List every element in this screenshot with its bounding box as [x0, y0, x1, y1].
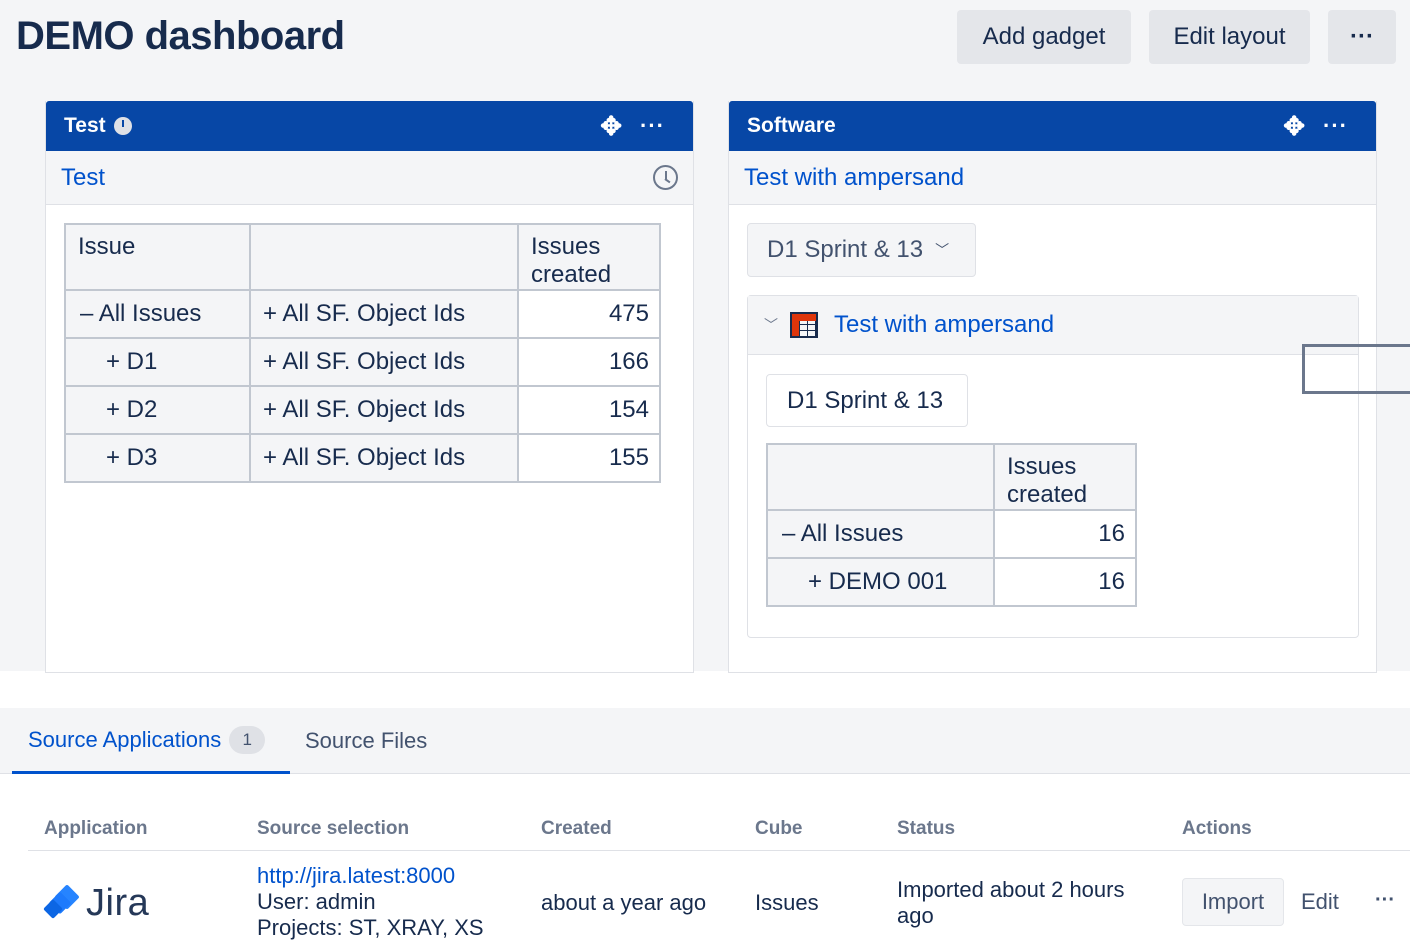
gadget-title: Software — [747, 114, 836, 137]
row-member[interactable]: + DEMO 001 — [766, 557, 995, 607]
dashboard-area: DEMO dashboard Add gadget Edit layout ··… — [0, 0, 1410, 673]
tab-source-applications[interactable]: Source Applications 1 — [12, 708, 290, 774]
page-filter-value: D1 Sprint & 13 — [767, 236, 924, 263]
move-icon[interactable]: ✥ — [1283, 113, 1305, 139]
gadget-header: Test ✥ ··· — [46, 101, 693, 151]
report-link[interactable]: Test — [61, 164, 105, 192]
cell-value: 16 — [993, 557, 1137, 607]
column-header: Source selection — [257, 818, 410, 839]
table-header — [766, 443, 995, 511]
tab-label: Source Files — [305, 728, 428, 753]
table-row: + D3 + All SF. Object Ids 155 — [64, 433, 661, 483]
gadget-menu-icon[interactable]: ··· — [1323, 113, 1348, 139]
row-member[interactable]: + D1 — [64, 337, 251, 387]
cube-value: Issues — [755, 890, 819, 915]
table-report-icon — [790, 312, 818, 338]
count-badge: 1 — [229, 725, 266, 754]
table-header: Issues created — [517, 223, 661, 291]
history-icon[interactable] — [653, 165, 678, 190]
row-member[interactable]: + All SF. Object Ids — [249, 385, 519, 435]
table-row: + D1 + All SF. Object Ids 166 — [64, 337, 661, 387]
application-name: Jira — [86, 882, 150, 924]
selection-outline — [1302, 344, 1410, 394]
column-header: Actions — [1182, 818, 1252, 839]
gadget-subheader: Test — [46, 151, 693, 205]
report-title[interactable]: Test with ampersand — [834, 311, 1054, 339]
source-url-link[interactable]: http://jira.latest:8000 — [257, 863, 455, 889]
row-member[interactable]: – All Issues — [766, 509, 995, 559]
column-header: Cube — [755, 818, 803, 839]
jira-icon — [43, 883, 80, 922]
gadget-test: Test ✥ ··· Test Issue Issues created – A… — [45, 101, 694, 673]
table-header — [249, 223, 519, 291]
jira-logo: Jira — [43, 882, 150, 925]
chevron-down-icon[interactable]: ﹀ — [764, 315, 778, 335]
column-header: Created — [541, 818, 612, 839]
gadget-header: Software ✥ ··· — [729, 101, 1376, 151]
edit-layout-button[interactable]: Edit layout — [1149, 10, 1310, 64]
chevron-down-icon: ﹀ — [935, 242, 950, 258]
gadget-subheader: Test with ampersand — [729, 151, 1376, 205]
row-member[interactable]: + D3 — [64, 433, 251, 483]
table-row: – All Issues + All SF. Object Ids 475 — [64, 289, 661, 339]
column-header: Application — [44, 818, 148, 839]
pivot-table: Issue Issues created – All Issues + All … — [64, 223, 661, 483]
row-member[interactable]: + D2 — [64, 385, 251, 435]
row-member[interactable]: + All SF. Object Ids — [249, 337, 519, 387]
add-gadget-button[interactable]: Add gadget — [957, 10, 1131, 64]
row-more-icon[interactable]: ··· — [1375, 889, 1395, 912]
clock-icon — [113, 117, 132, 135]
table-row: – All Issues 16 — [766, 509, 1137, 559]
gadget-title: Test — [64, 114, 106, 137]
divider — [28, 850, 1410, 851]
status-line: Imported about 2 hours — [897, 877, 1125, 902]
row-member[interactable]: + All SF. Object Ids — [249, 433, 519, 483]
created-value: about a year ago — [541, 890, 707, 915]
status-line: ago — [897, 903, 934, 928]
gadget-software: Software ✥ ··· Test with ampersand D1 Sp… — [728, 101, 1377, 673]
report-card: ﹀ Test with ampersand D1 Sprint & 13 Iss… — [747, 295, 1359, 638]
cell-value: 16 — [993, 509, 1137, 559]
filter-pill[interactable]: D1 Sprint & 13 — [766, 374, 968, 427]
cell-value: 475 — [517, 289, 661, 339]
table-header: Issue — [64, 223, 251, 291]
report-card-header[interactable]: ﹀ Test with ampersand — [748, 296, 1358, 355]
tab-label: Source Applications — [28, 726, 222, 752]
source-user: User: admin — [257, 889, 376, 914]
page-title: DEMO dashboard — [16, 14, 345, 58]
table-row: + D2 + All SF. Object Ids 154 — [64, 385, 661, 435]
table-row: + DEMO 001 16 — [766, 557, 1137, 607]
page-filter-dropdown[interactable]: D1 Sprint & 13 ﹀ — [747, 223, 976, 277]
gadget-menu-icon[interactable]: ··· — [640, 113, 665, 139]
report-link[interactable]: Test with ampersand — [744, 164, 964, 192]
tab-source-files[interactable]: Source Files — [305, 708, 427, 774]
more-actions-button[interactable]: ··· — [1328, 10, 1396, 64]
source-applications-panel: Source Applications 1 Source Files Appli… — [0, 708, 1410, 947]
cell-value: 155 — [517, 433, 661, 483]
cell-value: 166 — [517, 337, 661, 387]
row-member[interactable]: + All SF. Object Ids — [249, 289, 519, 339]
row-member[interactable]: – All Issues — [64, 289, 251, 339]
pivot-table: Issues created – All Issues 16 + DEMO 00… — [766, 443, 1137, 607]
tab-bar: Source Applications 1 Source Files — [0, 708, 1410, 774]
move-icon[interactable]: ✥ — [600, 113, 622, 139]
table-header: Issues created — [993, 443, 1137, 511]
import-button[interactable]: Import — [1182, 878, 1284, 926]
column-header: Status — [897, 818, 956, 839]
source-projects: Projects: ST, XRAY, XS — [257, 915, 484, 940]
cell-value: 154 — [517, 385, 661, 435]
edit-button[interactable]: Edit — [1301, 889, 1339, 915]
